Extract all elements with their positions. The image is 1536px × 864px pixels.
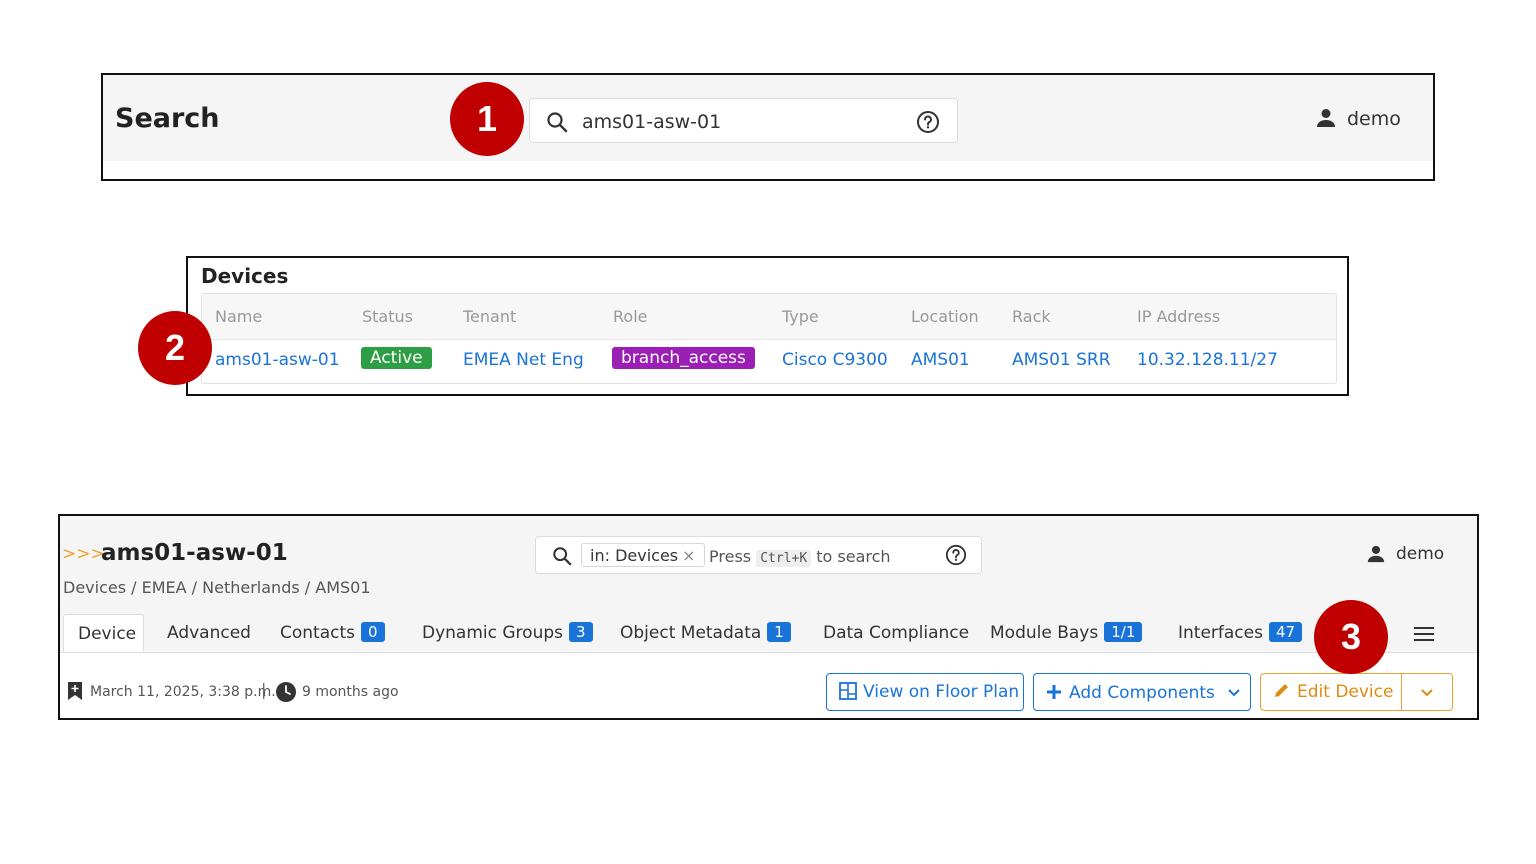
- chevron-down-icon: [1421, 674, 1433, 710]
- devices-table: Name Status Tenant Role Type Location Ra…: [201, 293, 1337, 384]
- role-badge[interactable]: branch_access: [612, 347, 755, 369]
- device-title: ams01-asw-01: [101, 540, 288, 566]
- step-marker-3: 3: [1314, 600, 1388, 674]
- tab-contacts[interactable]: Contacts 0: [280, 614, 385, 652]
- device-detail-panel: >>> ams01-asw-01 Devices / EMEA / Nether…: [58, 514, 1479, 720]
- tab-label: Advanced: [167, 623, 251, 643]
- edit-dropdown-toggle[interactable]: [1401, 673, 1453, 711]
- meta-separator: |: [261, 680, 267, 699]
- user-icon[interactable]: [1366, 544, 1386, 568]
- column-header-role[interactable]: Role: [613, 307, 647, 326]
- ip-address-link[interactable]: 10.32.128.11/27: [1137, 350, 1278, 370]
- add-components-button[interactable]: Add Components: [1033, 673, 1251, 711]
- hint-press: Press: [709, 547, 752, 566]
- user-name[interactable]: demo: [1396, 544, 1444, 564]
- tab-label: Module Bays: [990, 623, 1099, 643]
- help-icon[interactable]: [916, 110, 940, 138]
- tab-label: Dynamic Groups: [422, 623, 563, 643]
- tab-object-metadata[interactable]: Object Metadata 1: [620, 614, 791, 652]
- search-input[interactable]: ams01-asw-01: [529, 98, 958, 143]
- search-icon: [552, 546, 572, 570]
- tab-label: Contacts: [280, 623, 355, 643]
- status-cell: Active: [361, 347, 432, 369]
- tab-label: Data Compliance: [823, 623, 970, 643]
- user-icon[interactable]: [1315, 107, 1337, 133]
- rack-link[interactable]: AMS01 SRR: [1012, 350, 1111, 370]
- search-header-panel: Search ams01-asw-01 demo: [101, 73, 1435, 181]
- chip-label: in: Devices: [590, 546, 679, 565]
- plus-icon: [1046, 677, 1062, 713]
- shortcut-key: Ctrl+K: [756, 550, 812, 567]
- device-tabs: Device Advanced Contacts 0 Dynamic Groups…: [60, 614, 1477, 653]
- tab-label: Object Metadata: [620, 623, 762, 643]
- column-header-status[interactable]: Status: [362, 307, 413, 326]
- devices-table-title: Devices: [201, 264, 289, 288]
- search-hint: Press Ctrl+K to search: [709, 547, 891, 567]
- chip-close-icon[interactable]: ×: [682, 546, 695, 565]
- column-header-type[interactable]: Type: [782, 307, 819, 326]
- status-badge: Active: [361, 347, 432, 369]
- chevrons-icon: >>>: [62, 544, 105, 564]
- search-icon: [546, 111, 568, 137]
- help-icon[interactable]: [945, 544, 967, 570]
- global-search-input[interactable]: in: Devices × Press Ctrl+K to search: [535, 536, 982, 574]
- tab-advanced[interactable]: Advanced: [167, 614, 251, 652]
- created-timestamp: March 11, 2025, 3:38 p.m.: [90, 684, 276, 700]
- column-header-rack[interactable]: Rack: [1012, 307, 1051, 326]
- tab-count-badge: 3: [569, 622, 593, 642]
- step-marker-2: 2: [138, 311, 212, 385]
- tab-count-badge: 0: [361, 622, 385, 642]
- floor-plan-icon: [839, 677, 857, 713]
- location-link[interactable]: AMS01: [911, 350, 970, 370]
- breadcrumb[interactable]: Devices / EMEA / Netherlands / AMS01: [63, 578, 371, 597]
- more-tabs-menu-icon[interactable]: [1414, 626, 1434, 646]
- device-type-link[interactable]: Cisco C9300: [782, 350, 888, 370]
- tenant-link[interactable]: EMEA Net Eng: [463, 350, 584, 370]
- tab-device[interactable]: Device: [63, 614, 144, 652]
- device-name-link[interactable]: ams01-asw-01: [215, 350, 340, 370]
- tab-data-compliance[interactable]: Data Compliance: [823, 614, 969, 652]
- view-floor-plan-button[interactable]: View on Floor Plan: [826, 673, 1024, 711]
- search-scope-chip[interactable]: in: Devices ×: [581, 543, 705, 567]
- tab-label: Interfaces: [1178, 623, 1263, 643]
- tab-interfaces[interactable]: Interfaces 47: [1178, 614, 1303, 652]
- page-title: Search: [115, 103, 220, 134]
- pencil-icon: [1273, 676, 1291, 712]
- button-label: Add Components: [1069, 683, 1215, 703]
- column-header-location[interactable]: Location: [911, 307, 979, 326]
- hint-rest: to search: [816, 547, 891, 566]
- devices-results-panel: Devices Name Status Tenant Role Type Loc…: [186, 256, 1349, 396]
- tab-label: Device: [78, 624, 137, 644]
- column-header-ip-address[interactable]: IP Address: [1137, 307, 1220, 326]
- tab-module-bays[interactable]: Module Bays 1/1: [990, 614, 1143, 652]
- tab-count-badge: 1/1: [1104, 622, 1143, 642]
- button-label: View on Floor Plan: [863, 682, 1020, 702]
- user-name[interactable]: demo: [1347, 108, 1401, 130]
- button-label: Edit Device: [1297, 682, 1394, 702]
- chevron-down-icon: [1228, 674, 1240, 710]
- search-value: ams01-asw-01: [582, 111, 722, 133]
- bookmark-icon: [68, 682, 82, 704]
- table-header: Name Status Tenant Role Type Location Ra…: [202, 294, 1336, 340]
- step-marker-1: 1: [450, 82, 524, 156]
- updated-relative-time: 9 months ago: [302, 684, 399, 700]
- tab-count-badge: 1: [767, 622, 791, 642]
- column-header-tenant[interactable]: Tenant: [463, 307, 516, 326]
- clock-icon: [276, 682, 296, 706]
- role-cell: branch_access: [612, 347, 755, 369]
- tab-dynamic-groups[interactable]: Dynamic Groups 3: [422, 614, 593, 652]
- column-header-name[interactable]: Name: [215, 307, 262, 326]
- tab-count-badge: 47: [1268, 622, 1303, 642]
- edit-device-button[interactable]: Edit Device: [1260, 673, 1402, 711]
